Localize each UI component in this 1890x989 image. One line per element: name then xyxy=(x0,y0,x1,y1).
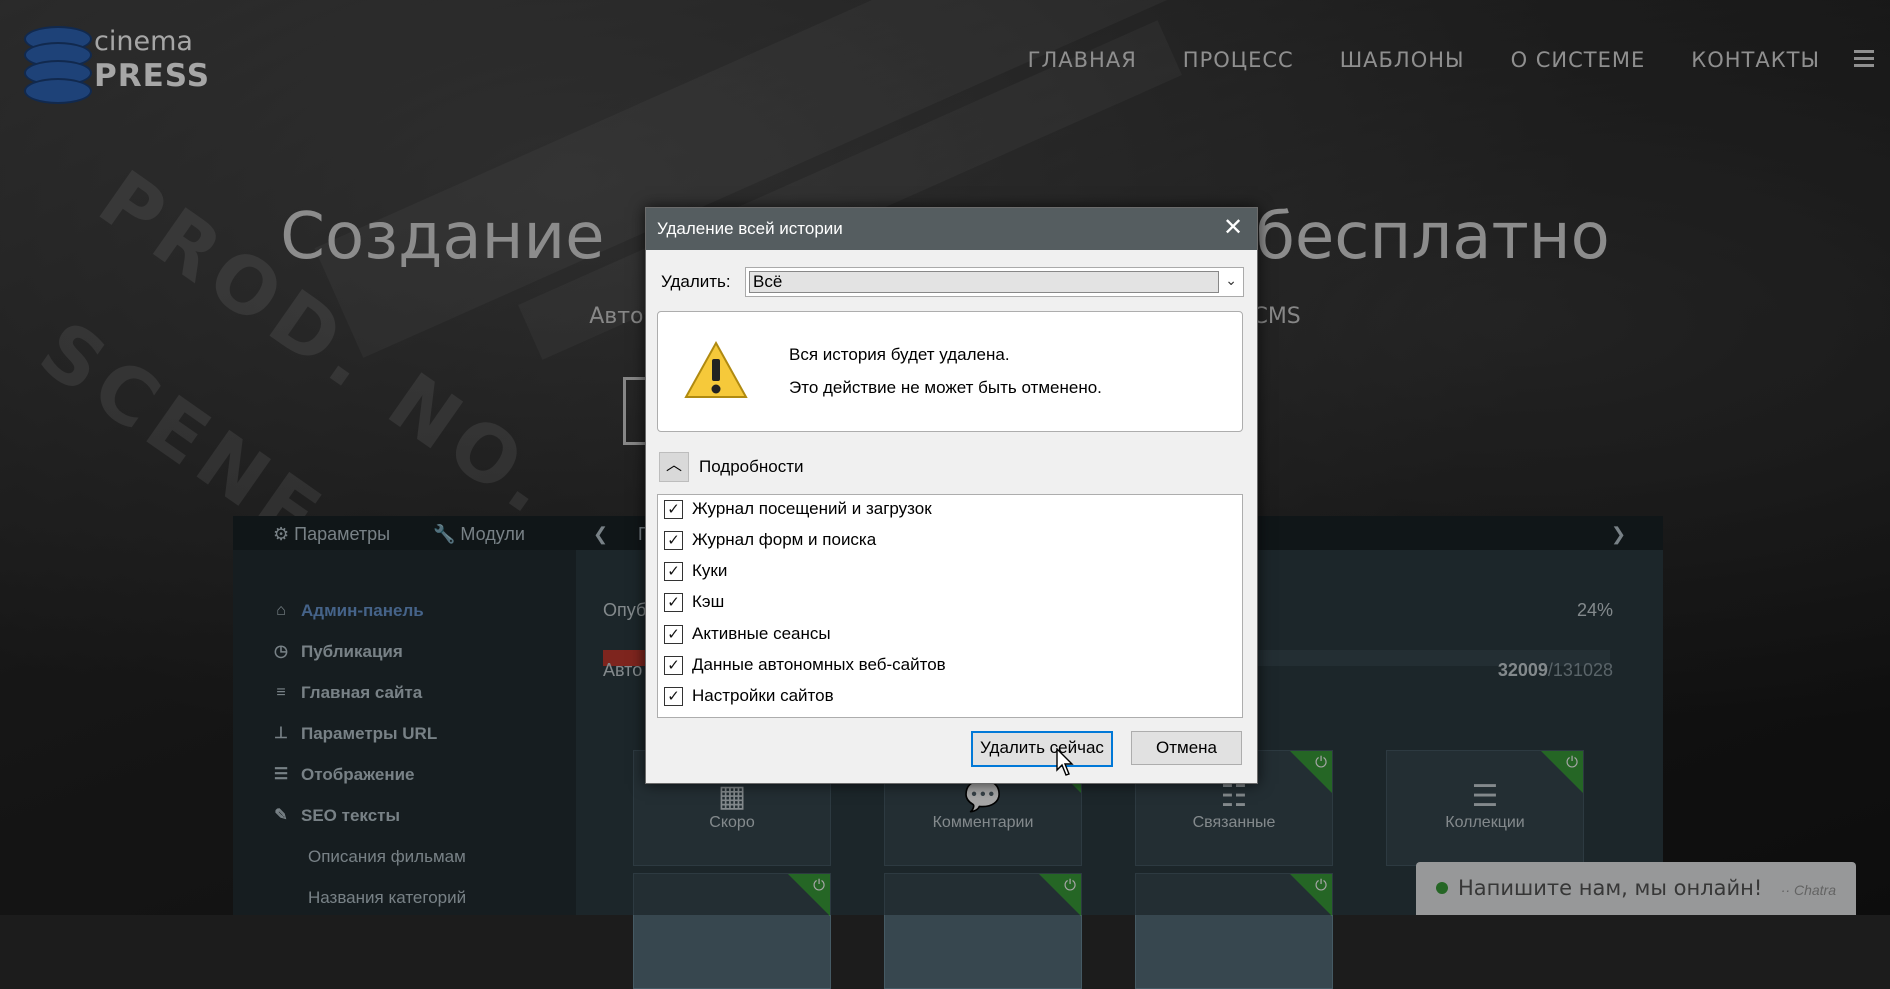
warning-icon xyxy=(684,340,748,398)
nav-next-icon[interactable]: ❯ xyxy=(1611,524,1626,545)
checkbox-checked[interactable]: ✓ xyxy=(664,530,683,550)
checkbox-checked[interactable]: ✓ xyxy=(664,686,683,706)
tile-chart[interactable]: ⏻ xyxy=(1135,873,1333,989)
list-item[interactable]: ✓ Журнал форм и поиска xyxy=(664,530,876,550)
published-label: Опуб xyxy=(603,600,647,620)
close-icon[interactable]: ✕ xyxy=(1219,214,1247,242)
collapse-details-button[interactable]: ︿ xyxy=(659,452,689,482)
list-icon: ≡ xyxy=(276,684,286,701)
tile-target[interactable]: ⏻ xyxy=(884,873,1082,989)
count-readout: 32009/131028 xyxy=(1497,660,1613,680)
nav-about[interactable]: О СИСТЕМЕ xyxy=(1511,48,1646,72)
tile-collections[interactable]: ⏻ ☰ Коллекции xyxy=(1386,750,1584,866)
sidebar-item-home[interactable]: ≡ Главная сайта xyxy=(273,683,422,703)
warning-line-2: Это действие не может быть отменено. xyxy=(789,378,1102,397)
nav-prev-icon[interactable]: ❮ xyxy=(593,524,608,545)
nav-templates[interactable]: ШАБЛОНЫ xyxy=(1340,48,1465,72)
sidebar-item-url[interactable]: ⊥ Параметры URL xyxy=(273,724,437,744)
delete-range-value: Всё xyxy=(749,271,1219,293)
auto-label: Авто xyxy=(603,660,643,680)
logo-text-cinema: cinema xyxy=(94,26,193,57)
home-icon: ⌂ xyxy=(276,602,286,619)
power-icon[interactable]: ⏻ xyxy=(1566,754,1578,771)
dialog-title: Удаление всей истории xyxy=(657,219,843,238)
tile-image[interactable]: ⏻ xyxy=(633,873,831,989)
clock-icon: ◷ xyxy=(274,643,288,660)
grid-icon: ▦ xyxy=(717,780,747,813)
checkbox-checked[interactable]: ✓ xyxy=(664,655,683,675)
tab-params[interactable]: ⚙ Параметры xyxy=(273,524,390,545)
delete-range-select[interactable]: Всё ⌄ xyxy=(745,267,1244,297)
pencil-icon: ✎ xyxy=(274,807,288,824)
sidebar-item-display[interactable]: ☰ Отображение xyxy=(273,765,415,785)
sidebar-sub-movies[interactable]: Описания фильмам xyxy=(308,847,466,867)
list-item[interactable]: ✓ Активные сеансы xyxy=(664,624,831,644)
details-label: Подробности xyxy=(699,457,804,476)
main-nav: ГЛАВНАЯ ПРОЦЕСС ШАБЛОНЫ О СИСТЕМЕ КОНТАК… xyxy=(1028,48,1820,72)
nav-home[interactable]: ГЛАВНАЯ xyxy=(1028,48,1137,72)
sidebar-item-admin[interactable]: ⌂ Админ-панель xyxy=(273,601,424,621)
clear-history-dialog: Удаление всей истории ✕ Удалить: Всё ⌄ В… xyxy=(645,207,1258,784)
checkbox-checked[interactable]: ✓ xyxy=(664,561,683,581)
checkbox-checked[interactable]: ✓ xyxy=(664,499,683,519)
admin-sidebar: ⌂ Админ-панель ◷ Публикация ≡ Главная сайта… xyxy=(233,550,576,915)
chat-message: Напишите нам, мы онлайн! xyxy=(1458,876,1763,900)
nav-contacts[interactable]: КОНТАКТЫ xyxy=(1691,48,1820,72)
logo-text-press: PRESS xyxy=(94,58,211,94)
tab-modules[interactable]: 🔧 Модули xyxy=(433,524,525,545)
power-icon[interactable]: ⏻ xyxy=(1315,877,1327,894)
warning-line-1: Вся история будет удалена. xyxy=(789,345,1010,364)
delete-range-label: Удалить: xyxy=(661,272,731,291)
chat-brand: ·· Chatra xyxy=(1780,882,1836,898)
online-status-icon xyxy=(1436,882,1448,894)
sidebar-sub-categories[interactable]: Названия категорий xyxy=(308,888,466,908)
cancel-button[interactable]: Отмена xyxy=(1131,731,1242,765)
published-percent: 24% xyxy=(1576,600,1613,620)
sidebar-item-seo[interactable]: ✎ SEO тексты xyxy=(273,806,400,826)
power-icon[interactable]: ⏻ xyxy=(1315,754,1327,771)
list-item[interactable]: ✓ Данные автономных веб-сайтов xyxy=(664,655,946,675)
nav-process[interactable]: ПРОЦЕСС xyxy=(1183,48,1294,72)
power-icon[interactable]: ⏻ xyxy=(1064,877,1076,894)
chat-widget[interactable]: Напишите нам, мы онлайн! ·· Chatra xyxy=(1416,862,1856,915)
chevron-down-icon[interactable]: ⌄ xyxy=(1225,272,1237,289)
logo-disk xyxy=(24,78,92,104)
mouse-cursor-icon xyxy=(1056,748,1074,776)
delete-now-button[interactable]: Удалить сейчас xyxy=(971,731,1113,767)
sitemap-icon: ⊥ xyxy=(274,725,288,742)
list-item[interactable]: ✓ Журнал посещений и загрузок xyxy=(664,499,932,519)
sidebar-item-publish[interactable]: ◷ Публикация xyxy=(273,642,403,662)
history-items-list: ✓ Журнал посещений и загрузок ✓ Журнал фор… xyxy=(657,494,1243,718)
list-item[interactable]: ✓ Настройки сайтов xyxy=(664,686,834,706)
dialog-titlebar: Удаление всей истории ✕ xyxy=(646,208,1257,250)
menu-icon[interactable] xyxy=(1854,50,1874,71)
logo[interactable]: cinema PRESS xyxy=(24,22,209,104)
list-item[interactable]: ✓ Кэш xyxy=(664,592,724,612)
power-icon[interactable]: ⏻ xyxy=(813,877,825,894)
list-item[interactable]: ✓ Куки xyxy=(664,561,727,581)
chevron-up-icon: ︿ xyxy=(665,457,682,474)
warning-box: Вся история будет удалена. Это действие … xyxy=(657,311,1243,432)
checkbox-checked[interactable]: ✓ xyxy=(664,624,683,644)
checkbox-checked[interactable]: ✓ xyxy=(664,592,683,612)
list-icon: ☰ xyxy=(273,766,289,783)
